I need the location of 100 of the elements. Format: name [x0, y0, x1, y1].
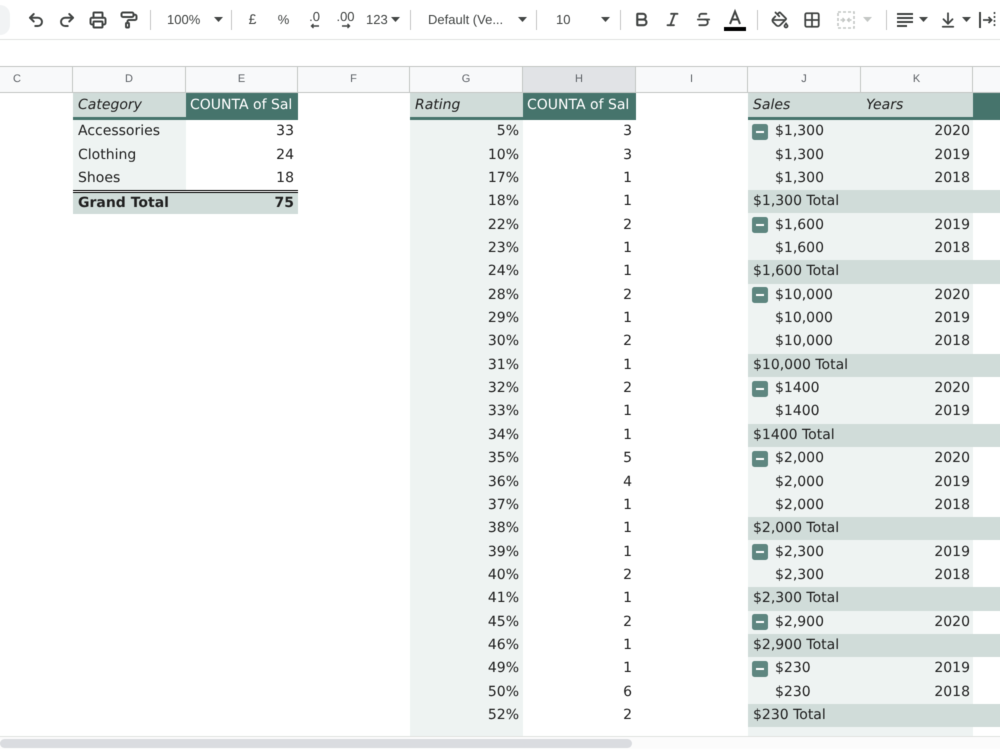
row-label-cell: 49% [410, 657, 523, 681]
minus-icon[interactable] [752, 614, 768, 630]
column-header[interactable]: F [298, 67, 410, 92]
font-size-dropdown[interactable]: 10 [542, 6, 616, 34]
printer-icon [88, 10, 106, 28]
column-header[interactable]: I [636, 67, 748, 92]
row-label-cell: 39% [410, 540, 523, 564]
sales-amount: $10,000 [775, 309, 833, 328]
year-cell: 2019 [861, 657, 973, 681]
row-label-cell: 17% [410, 166, 523, 190]
year-cell: 2018 [861, 166, 973, 190]
caret-icon [518, 17, 527, 22]
paint-roller-icon [120, 10, 138, 28]
minus-icon[interactable] [752, 287, 768, 304]
arrow-right-icon [340, 23, 350, 29]
column-header[interactable]: C [0, 67, 73, 92]
more-formats-dropdown[interactable]: 123 [361, 6, 405, 34]
value-cell-text: 2 [622, 612, 633, 632]
pivot-header-cell: COUNTA of Sal [186, 93, 298, 117]
zoom-dropdown[interactable]: 100% [156, 6, 231, 34]
pivot-total-row: $2,300 Total [748, 587, 1000, 611]
pivot-header-cell: Category [73, 93, 186, 117]
horizontal-scrollbar[interactable] [0, 736, 1000, 749]
year-cell: 2018 [861, 330, 973, 354]
minus-icon[interactable] [752, 380, 768, 397]
value-cell-text: 33 [275, 122, 295, 142]
row-label-cell: 10% [410, 143, 523, 167]
scrollbar-thumb[interactable] [0, 738, 632, 748]
paint-bucket-icon [770, 10, 788, 28]
year-cell: 2019 [861, 306, 973, 330]
row-label-cell: 52% [410, 704, 523, 728]
year-cell: 2019 [861, 470, 973, 494]
sales-amount: $2,300 [775, 566, 824, 585]
text-color-icon [724, 8, 746, 30]
row-label-cell: 18% [410, 190, 523, 214]
minus-icon[interactable] [752, 450, 768, 467]
bold-icon [633, 11, 650, 28]
font-dropdown[interactable]: Default (Ve... [416, 6, 532, 34]
sales-amount: $1,300 [775, 146, 824, 165]
pivot-total-row: $10,000 Total [748, 354, 1000, 377]
strikethrough-icon [695, 11, 712, 28]
sales-amount: $230 [775, 682, 811, 702]
percent-button[interactable]: % [268, 6, 299, 34]
value-cell-text: 2 [622, 706, 633, 726]
minus-icon[interactable] [752, 124, 768, 140]
sales-amount: $10,000 [775, 286, 833, 305]
borders-icon [802, 10, 820, 28]
value-cell-text: 1 [622, 356, 633, 375]
row-label-cell: 5% [410, 120, 523, 144]
row-label-cell: 36% [410, 470, 523, 494]
minus-icon[interactable] [752, 660, 768, 677]
value-cell-text: 1 [622, 262, 633, 282]
year-cell: 2020 [861, 447, 973, 470]
year-cell: 2019 [861, 400, 973, 424]
value-cell-text: 6 [622, 682, 633, 702]
text-wrap-icon [978, 10, 996, 28]
pivot-total-row: $2,900 Total [748, 634, 1000, 658]
caret-icon [863, 17, 872, 22]
year-cell: 2019 [861, 213, 973, 237]
row-label-cell: 35% [410, 447, 523, 470]
year-cell: 2019 [861, 143, 973, 167]
sales-amount: $230 [775, 659, 811, 678]
increase-decimal-button[interactable]: .00 [330, 6, 361, 34]
value-cell-text: 1 [622, 542, 633, 562]
column-header[interactable]: E [186, 67, 298, 92]
sales-amount: $1,600 [775, 216, 824, 235]
row-label-cell: Clothing [73, 143, 186, 167]
column-header[interactable]: K [861, 67, 973, 92]
row-label-cell: 24% [410, 260, 523, 284]
row-label-cell: Shoes [73, 166, 186, 190]
year-cell: 2020 [861, 120, 973, 144]
currency-button[interactable]: £ [237, 6, 268, 34]
value-cell-text: 3 [622, 122, 633, 142]
column-header[interactable]: H [523, 67, 636, 92]
caret-icon [962, 17, 971, 22]
undo-icon [26, 10, 44, 28]
row-label-cell: 29% [410, 306, 523, 330]
value-cell-text: 1 [622, 496, 633, 515]
value-cell-text: 1 [622, 168, 633, 188]
sales-amount: $10,000 [775, 332, 833, 352]
row-label-cell: 33% [410, 400, 523, 424]
value-cell-text: 1 [622, 309, 633, 328]
column-header[interactable]: G [410, 67, 523, 92]
year-cell: 2018 [861, 564, 973, 588]
sales-amount: $2,000 [775, 472, 824, 492]
row-label-cell: 30% [410, 330, 523, 354]
sales-amount: $1,600 [775, 238, 824, 258]
column-header[interactable]: J [748, 67, 861, 92]
row-label-cell: 31% [410, 354, 523, 377]
value-cell-text: 1 [622, 426, 633, 445]
column-header[interactable]: D [73, 67, 186, 92]
sales-amount: $1,300 [775, 122, 824, 142]
value-cell-text: 2 [622, 216, 633, 235]
decrease-decimal-button[interactable]: .0 [299, 6, 330, 34]
value-cell-text: 1 [622, 238, 633, 258]
align-left-icon [896, 12, 914, 28]
row-label-cell: 45% [410, 610, 523, 634]
minus-icon[interactable] [752, 544, 768, 560]
pivot-header-cell: Sales [748, 93, 861, 117]
minus-icon[interactable] [752, 217, 768, 234]
